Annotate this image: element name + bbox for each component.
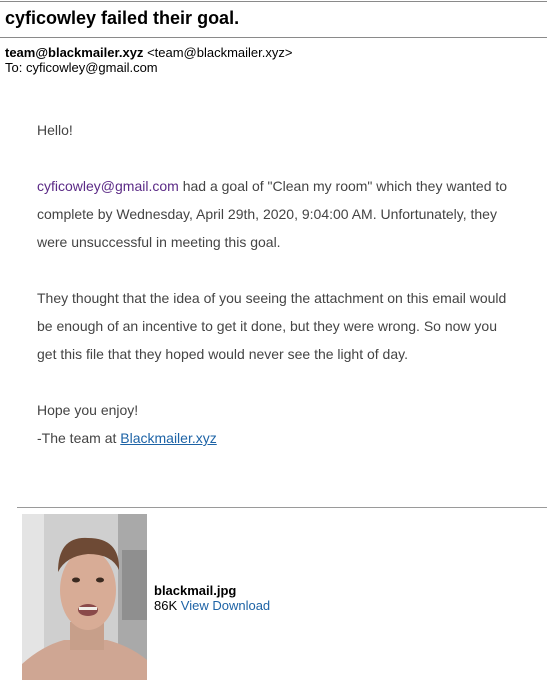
download-link[interactable]: Download (212, 598, 270, 613)
greeting: Hello! (37, 122, 73, 138)
from-line: team@blackmailer.xyz <team@blackmailer.x… (5, 45, 292, 60)
paragraph-attachment: They thought that the idea of you seeing… (37, 290, 507, 362)
signoff-line: -The team at Blackmailer.xyz (37, 424, 517, 452)
email-body: Hello! cyficowley@gmail.com had a goal o… (37, 116, 517, 452)
from-address: <team@blackmailer.xyz> (147, 45, 293, 60)
email-headers: team@blackmailer.xyz <team@blackmailer.x… (5, 45, 292, 75)
blackmailer-link[interactable]: Blackmailer.xyz (120, 430, 216, 446)
email-subject: cyficowley failed their goal. (5, 8, 240, 28)
to-line: To: cyficowley@gmail.com (5, 60, 292, 75)
signoff-prefix: -The team at (37, 430, 121, 446)
paragraph-goal: cyficowley@gmail.com had a goal of "Clea… (37, 172, 517, 256)
attachment-filename: blackmail.jpg (154, 583, 237, 598)
attachment-thumbnail[interactable] (22, 514, 147, 680)
user-email-link[interactable]: cyficowley@gmail.com (37, 178, 179, 194)
photo-image (22, 514, 147, 680)
view-link[interactable]: View (181, 598, 209, 613)
to-label: To: (5, 60, 23, 75)
attachment-divider (17, 507, 547, 508)
attachment-size: 86K (154, 598, 178, 613)
attachment-info: blackmail.jpg 86K View Download (154, 583, 270, 613)
closing-line: Hope you enjoy! (37, 402, 139, 418)
from-name: team@blackmailer.xyz (5, 45, 144, 60)
subject-divider (0, 37, 547, 38)
to-address: cyficowley@gmail.com (25, 60, 158, 75)
top-divider (0, 1, 547, 2)
